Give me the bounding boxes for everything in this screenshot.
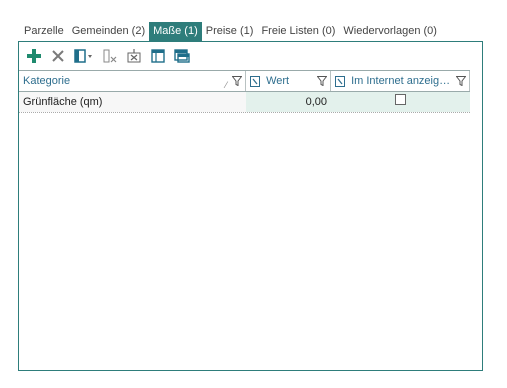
masse-panel: Kategorie ⁄ Wert Im Internet anzeig… Grü…: [18, 41, 483, 371]
internet-checkbox[interactable]: [395, 94, 406, 105]
delete-icon: [52, 50, 64, 62]
column-chooser-icon: [74, 49, 92, 63]
tab-masse[interactable]: Maße (1): [149, 22, 202, 41]
clear-filter-button[interactable]: [99, 45, 121, 67]
filter-icon[interactable]: [456, 76, 466, 86]
column-header-kategorie[interactable]: Kategorie ⁄: [19, 71, 246, 91]
column-header-internet[interactable]: Im Internet anzeig…: [331, 71, 470, 91]
cell-wert[interactable]: 0,00: [246, 92, 331, 112]
delete-button[interactable]: [47, 45, 69, 67]
clear-filter-icon: [103, 49, 117, 63]
cell-internet[interactable]: [331, 92, 470, 112]
table-button[interactable]: [147, 45, 169, 67]
table-row[interactable]: Grünfläche (qm) 0,00: [19, 92, 470, 113]
export-button[interactable]: [123, 45, 145, 67]
column-label: Wert: [266, 75, 290, 87]
tab-wiedervorlagen[interactable]: Wiedervorlagen (0): [339, 22, 441, 41]
grid-header: Kategorie ⁄ Wert Im Internet anzeig…: [19, 70, 470, 92]
column-chooser-button[interactable]: [71, 45, 97, 67]
filter-icon[interactable]: [232, 76, 242, 86]
tab-preise[interactable]: Preise (1): [202, 22, 258, 41]
table-icon: [151, 49, 165, 63]
add-button[interactable]: [23, 45, 45, 67]
add-icon: [27, 49, 41, 63]
sort-icon: ⁄: [225, 80, 227, 90]
edit-column-icon: [250, 75, 260, 87]
tab-strip: Parzelle Gemeinden (2) Maße (1) Preise (…: [20, 22, 441, 41]
table-multi-button[interactable]: [171, 45, 193, 67]
column-header-wert[interactable]: Wert: [246, 71, 331, 91]
export-icon: [127, 49, 141, 63]
column-label: Kategorie: [23, 75, 71, 87]
tab-parzelle[interactable]: Parzelle: [20, 22, 68, 41]
tab-freie-listen[interactable]: Freie Listen (0): [257, 22, 339, 41]
tab-gemeinden[interactable]: Gemeinden (2): [68, 22, 149, 41]
filter-icon[interactable]: [317, 76, 327, 86]
edit-column-icon: [335, 75, 345, 87]
data-grid: Kategorie ⁄ Wert Im Internet anzeig… Grü…: [19, 70, 470, 113]
cell-kategorie: Grünfläche (qm): [19, 92, 246, 112]
table-multi-icon: [174, 49, 190, 63]
column-label: Im Internet anzeig…: [351, 75, 451, 87]
toolbar: [23, 45, 195, 67]
